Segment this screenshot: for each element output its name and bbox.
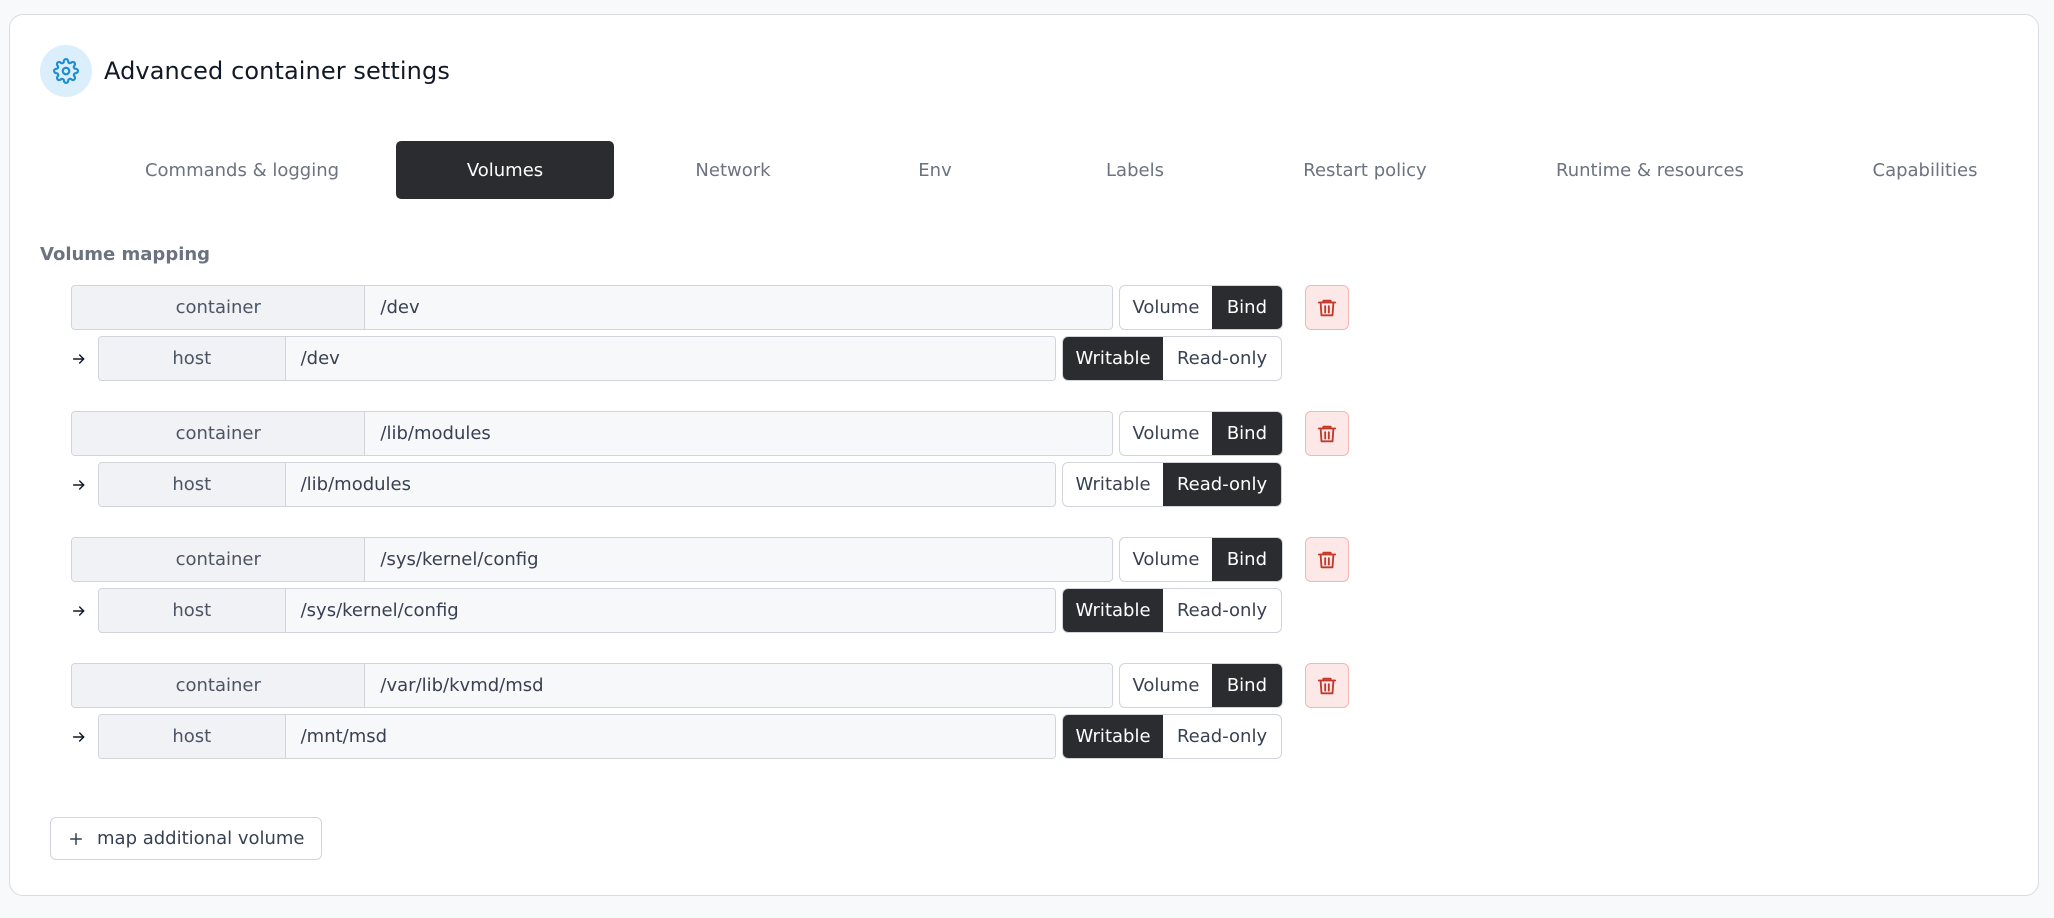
access-mode-toggle: Writable Read-only <box>1062 462 1282 507</box>
trash-icon[interactable] <box>1305 663 1349 708</box>
container-path-input[interactable]: /sys/kernel/config <box>365 538 1112 581</box>
volume-type-toggle: Volume Bind <box>1119 537 1283 582</box>
map-additional-volume-button[interactable]: map additional volume <box>50 817 322 860</box>
arrow-right-icon <box>71 336 98 381</box>
access-mode-toggle: Writable Read-only <box>1062 336 1282 381</box>
container-path-field: container /lib/modules <box>71 411 1113 456</box>
arrow-right-icon <box>71 714 98 759</box>
settings-tabs: Commands & logging Volumes Network Env L… <box>40 141 2000 199</box>
writable-option[interactable]: Writable <box>1063 715 1164 758</box>
volume-mapping-row: container /lib/modules Volume Bind host … <box>71 411 1361 507</box>
gear-icon <box>40 45 92 97</box>
host-path-field: host /mnt/msd <box>98 714 1056 759</box>
volume-option[interactable]: Volume <box>1120 664 1212 707</box>
host-path-input[interactable]: /dev <box>285 337 1055 380</box>
read-only-option[interactable]: Read-only <box>1163 715 1281 758</box>
host-path-input[interactable]: /mnt/msd <box>285 715 1055 758</box>
volume-type-toggle: Volume Bind <box>1119 411 1283 456</box>
container-label: container <box>72 286 366 329</box>
host-label: host <box>99 337 286 380</box>
tab-volumes[interactable]: Volumes <box>396 141 614 199</box>
volume-type-toggle: Volume Bind <box>1119 285 1283 330</box>
bind-option[interactable]: Bind <box>1211 538 1282 581</box>
read-only-option[interactable]: Read-only <box>1163 589 1281 632</box>
add-button-label: map additional volume <box>97 828 305 849</box>
bind-option[interactable]: Bind <box>1211 664 1282 707</box>
tab-env[interactable]: Env <box>850 141 1020 199</box>
arrow-right-icon <box>71 588 98 633</box>
container-path-input[interactable]: /lib/modules <box>365 412 1112 455</box>
volume-option[interactable]: Volume <box>1120 538 1212 581</box>
host-label: host <box>99 715 286 758</box>
volume-mapping-row: container /dev Volume Bind host /dev Wri… <box>71 285 1361 381</box>
page-title: Advanced container settings <box>104 57 450 85</box>
bind-option[interactable]: Bind <box>1211 412 1282 455</box>
writable-option[interactable]: Writable <box>1063 589 1164 632</box>
card-header: Advanced container settings <box>40 45 450 97</box>
container-path-field: container /sys/kernel/config <box>71 537 1113 582</box>
container-path-field: container /var/lib/kvmd/msd <box>71 663 1113 708</box>
host-label: host <box>99 463 286 506</box>
trash-icon[interactable] <box>1305 285 1349 330</box>
read-only-option[interactable]: Read-only <box>1163 337 1281 380</box>
arrow-right-icon <box>71 462 98 507</box>
host-path-field: host /sys/kernel/config <box>98 588 1056 633</box>
volume-option[interactable]: Volume <box>1120 286 1212 329</box>
host-label: host <box>99 589 286 632</box>
tab-commands-logging[interactable]: Commands & logging <box>102 141 382 199</box>
volume-option[interactable]: Volume <box>1120 412 1212 455</box>
host-path-input[interactable]: /lib/modules <box>285 463 1055 506</box>
tab-network[interactable]: Network <box>628 141 838 199</box>
writable-option[interactable]: Writable <box>1063 337 1164 380</box>
container-label: container <box>72 538 366 581</box>
container-path-input[interactable]: /dev <box>365 286 1112 329</box>
section-label: Volume mapping <box>40 244 211 265</box>
host-path-field: host /dev <box>98 336 1056 381</box>
host-path-input[interactable]: /sys/kernel/config <box>285 589 1055 632</box>
trash-icon[interactable] <box>1305 537 1349 582</box>
bind-option[interactable]: Bind <box>1211 286 1282 329</box>
volume-mapping-row: container /var/lib/kvmd/msd Volume Bind … <box>71 663 1361 759</box>
settings-card: Advanced container settings Commands & l… <box>9 14 2039 896</box>
read-only-option[interactable]: Read-only <box>1163 463 1281 506</box>
container-label: container <box>72 412 366 455</box>
access-mode-toggle: Writable Read-only <box>1062 588 1282 633</box>
container-path-input[interactable]: /var/lib/kvmd/msd <box>365 664 1112 707</box>
writable-option[interactable]: Writable <box>1063 463 1163 506</box>
container-label: container <box>72 664 366 707</box>
trash-icon[interactable] <box>1305 411 1349 456</box>
access-mode-toggle: Writable Read-only <box>1062 714 1282 759</box>
container-path-field: container /dev <box>71 285 1113 330</box>
tab-labels[interactable]: Labels <box>1030 141 1240 199</box>
tab-capabilities[interactable]: Capabilities <box>1810 141 2040 199</box>
host-path-field: host /lib/modules <box>98 462 1056 507</box>
tab-restart-policy[interactable]: Restart policy <box>1240 141 1490 199</box>
volume-mapping-row: container /sys/kernel/config Volume Bind… <box>71 537 1361 633</box>
volume-type-toggle: Volume Bind <box>1119 663 1283 708</box>
plus-icon <box>67 830 89 848</box>
tab-runtime-resources[interactable]: Runtime & resources <box>1500 141 1800 199</box>
